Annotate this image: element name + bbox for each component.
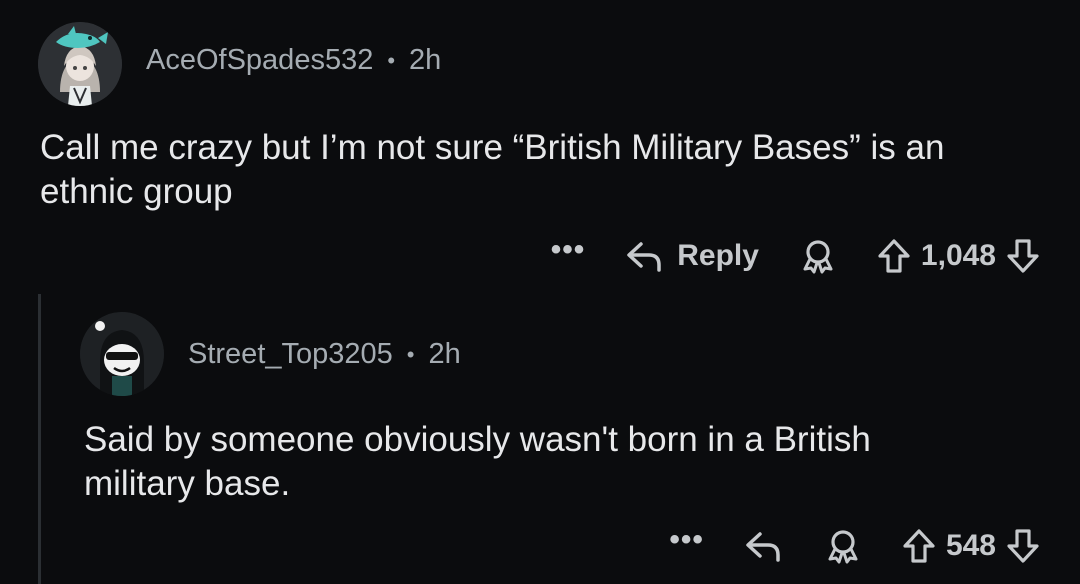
- user-avatar[interactable]: [80, 312, 164, 396]
- vote-controls: 1,048: [877, 237, 1040, 275]
- reply-button[interactable]: [744, 528, 784, 564]
- vote-count: 548: [945, 529, 996, 562]
- separator-dot: •: [387, 47, 396, 73]
- timestamp: 2h: [428, 338, 461, 370]
- reply-label: Reply: [677, 239, 759, 272]
- comment-meta: Street_Top3205 • 2h: [188, 338, 461, 371]
- vote-controls: 548: [902, 527, 1040, 565]
- comment-body: Said by someone obviously wasn't born in…: [84, 420, 871, 503]
- avatar-icon: [80, 312, 164, 396]
- username[interactable]: Street_Top3205: [188, 338, 393, 371]
- award-icon: [803, 240, 833, 274]
- user-avatar[interactable]: [38, 22, 122, 106]
- comment-meta: AceOfSpades532 • 2h: [146, 44, 441, 77]
- vote-count: 1,048: [920, 239, 996, 272]
- comment-actions: ••• 548: [669, 518, 1040, 574]
- upvote-icon[interactable]: [902, 527, 936, 565]
- avatar-icon: [38, 22, 122, 106]
- separator-dot: •: [406, 341, 415, 367]
- username[interactable]: AceOfSpades532: [146, 44, 373, 77]
- downvote-icon[interactable]: [1006, 527, 1040, 565]
- award-button[interactable]: [799, 237, 837, 275]
- comment-body: Call me crazy but I’m not sure “British …: [40, 128, 945, 211]
- award-icon: [828, 530, 858, 564]
- comment-top-level: AceOfSpades532 • 2h Call me crazy but I’…: [0, 0, 1080, 292]
- downvote-icon[interactable]: [1006, 237, 1040, 275]
- more-icon[interactable]: •••: [669, 525, 704, 555]
- comment-reply: Street_Top3205 • 2h Said by someone obvi…: [40, 292, 1080, 584]
- reply-icon: [627, 242, 661, 272]
- award-button[interactable]: [824, 527, 862, 565]
- timestamp: 2h: [409, 44, 442, 76]
- upvote-icon[interactable]: [877, 237, 911, 275]
- comment-actions: ••• Reply 1,048: [551, 228, 1040, 284]
- reply-icon: [746, 532, 780, 562]
- more-icon[interactable]: •••: [551, 235, 586, 265]
- reply-button[interactable]: Reply: [625, 238, 759, 274]
